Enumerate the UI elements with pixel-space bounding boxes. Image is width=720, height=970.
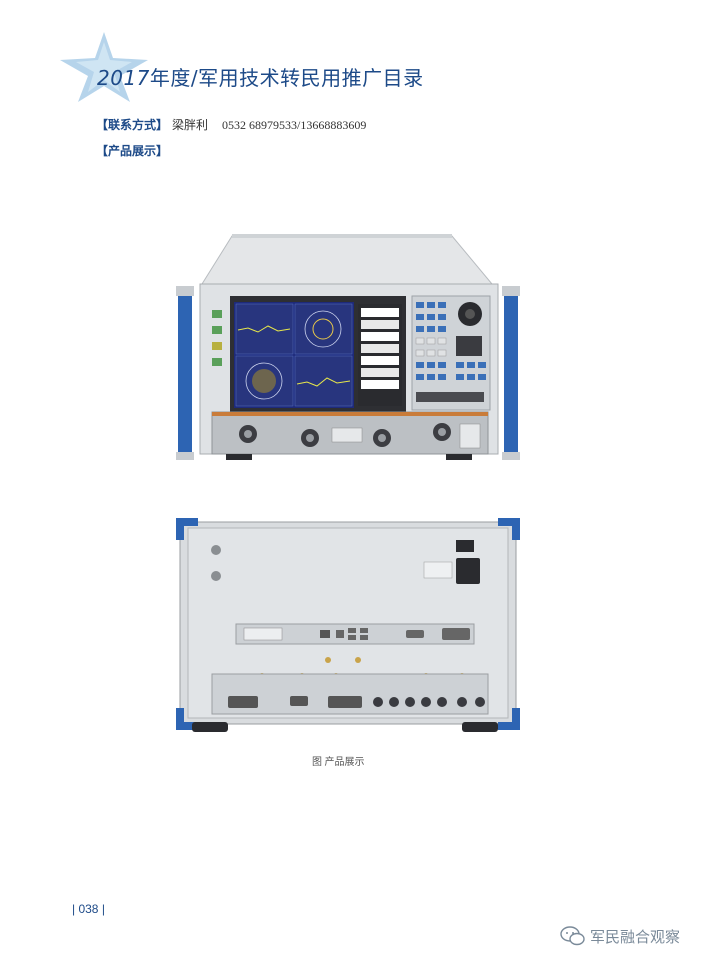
watermark-text: 军民融合观察 (590, 927, 681, 946)
instrument-front-photo (176, 234, 520, 460)
watermark: 军民融合观察 (560, 925, 680, 947)
wechat-icon (560, 926, 585, 946)
contact-name: 梁胖利 (172, 118, 209, 132)
title-text: 年度/军用技术转民用推广目录 (149, 66, 424, 90)
product-label: 【产品展示】 (96, 144, 169, 158)
contact-phone: 0532 68979533/13668883609 (222, 118, 367, 132)
title-year: 2017 (97, 66, 150, 90)
page-number-value: 038 (78, 902, 99, 916)
product-section-heading: 【产品展示】 (96, 142, 168, 159)
contact-line: 【联系方式】 梁胖利 0532 68979533/13668883609 (96, 116, 366, 133)
figure-caption: 图 产品展示 (312, 757, 365, 768)
contact-label: 【联系方式】 (96, 118, 169, 132)
page-title: 2017年度/军用技术转民用推广目录 (97, 62, 424, 91)
instrument-rear-photo (176, 518, 520, 732)
page-number: | 038 | (72, 902, 105, 916)
